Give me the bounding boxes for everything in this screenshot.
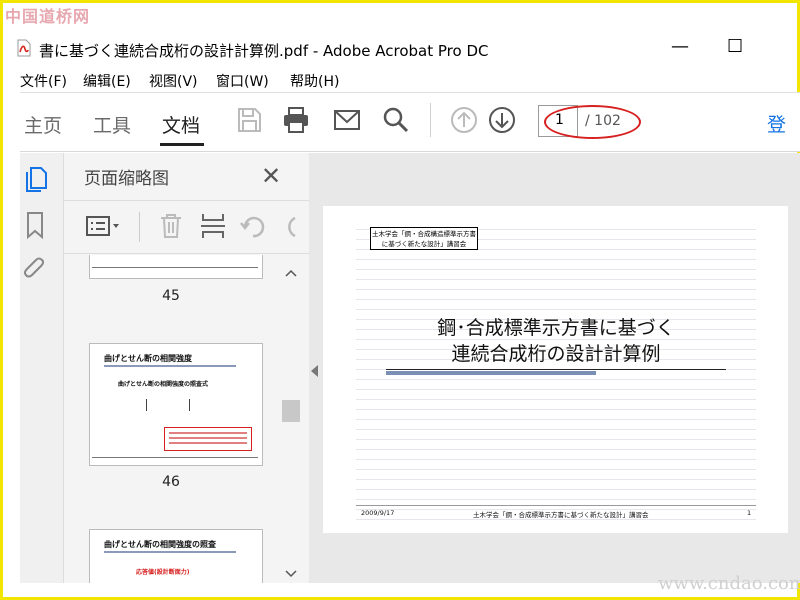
login-link[interactable]: 登 <box>767 110 786 137</box>
watermark-top: 中国道桥网 <box>5 7 91 26</box>
tab-home[interactable]: 主页 <box>24 111 62 138</box>
watermark-bottom: www.cndao.com <box>658 573 800 594</box>
active-tab-indicator <box>160 143 204 146</box>
email-icon[interactable] <box>332 105 362 135</box>
scroll-up-icon[interactable] <box>284 268 298 278</box>
bookmark-icon[interactable] <box>25 211 45 239</box>
rotate-left-icon[interactable] <box>239 214 267 240</box>
save-icon[interactable] <box>234 105 264 135</box>
menu-file[interactable]: 文件(F) <box>20 71 67 91</box>
thumbnail-page-45[interactable] <box>89 255 263 279</box>
thumbnail-formula <box>146 399 190 411</box>
collapse-panel-icon[interactable] <box>311 365 318 377</box>
slide-header-line2: に基づく新たな設計」講習会 <box>381 240 467 248</box>
panel-title: 页面缩略图 <box>84 169 169 189</box>
menu-window[interactable]: 窗口(W) <box>216 71 269 91</box>
menu-help[interactable]: 帮助(H) <box>290 71 339 91</box>
thumbnails-list[interactable]: 45 曲げとせん断の相関強度 曲げとせん断の相関強度の照査式 46 曲げとせん断… <box>64 255 278 583</box>
slide-title-bar <box>386 371 596 375</box>
page-thumbnails-icon[interactable] <box>23 165 49 193</box>
print-icon[interactable] <box>281 105 311 135</box>
thumbnail-subtitle: 応答値(設計断面力) <box>136 569 190 576</box>
thumbnail-title-underline <box>104 365 236 367</box>
scroll-down-icon[interactable] <box>284 569 298 579</box>
slide-footer-date: 2009/9/17 <box>361 509 395 517</box>
thumbnail-page-46[interactable]: 曲げとせん断の相関強度 曲げとせん断の相関強度の照査式 <box>89 343 263 466</box>
previous-page-icon[interactable] <box>449 105 479 135</box>
thumbnail-title: 曲げとせん断の相関強度の照査 <box>104 540 216 549</box>
maximize-button[interactable]: ☐ <box>727 36 743 57</box>
thumbnail-label: 46 <box>162 474 180 490</box>
slide-title-rule <box>386 369 726 370</box>
slide-footer-text: 土木学会「鋼・合成標準示方書に基づく新たな設計」講習会 <box>473 511 649 519</box>
thumbnail-note-box <box>164 427 252 451</box>
delete-icon[interactable] <box>159 212 183 240</box>
slide-title: 鋼･合成標準示方書に基づく 連続合成桁の設計計算例 <box>363 315 749 367</box>
tab-tools[interactable]: 工具 <box>93 111 131 138</box>
toolbar-separator <box>430 103 431 137</box>
rotate-right-icon[interactable] <box>283 214 297 240</box>
thumbnails-scrollbar[interactable] <box>280 265 302 583</box>
menu-edit[interactable]: 编辑(E) <box>83 71 131 91</box>
slide-title-line2: 連続合成桁の設計計算例 <box>451 343 661 365</box>
annotation-ellipse <box>544 105 641 139</box>
thumbnail-page-47[interactable]: 曲げとせん断の相関強度の照査 応答値(設計断面力) <box>89 529 263 583</box>
window-title: 書に基づく連続合成桁の設計計算例.pdf - Adobe Acrobat Pro… <box>39 42 489 60</box>
menu-view[interactable]: 视图(V) <box>149 71 198 91</box>
thumbnail-subtitle: 曲げとせん断の相関強度の照査式 <box>118 381 209 388</box>
extract-pages-icon[interactable] <box>199 212 227 240</box>
search-icon[interactable] <box>381 105 411 135</box>
options-menu-icon[interactable] <box>85 215 123 239</box>
slide-footer-rule <box>356 505 756 506</box>
thumbnail-footer-line <box>92 267 258 268</box>
thumbnail-footer-line <box>92 457 258 458</box>
panel-separator <box>139 212 140 242</box>
attachment-icon[interactable] <box>23 256 47 282</box>
slide-footer-page: 1 <box>747 509 752 517</box>
scrollbar-thumb[interactable] <box>282 400 300 422</box>
slide-header-line1: 土木学会「鋼・合成構造標準示方書 <box>372 230 476 238</box>
slide-title-line1: 鋼･合成標準示方書に基づく <box>437 317 675 339</box>
thumbnail-title: 曲げとせん断の相関強度 <box>104 354 192 363</box>
next-page-icon[interactable] <box>487 105 517 135</box>
minimize-button[interactable]: — <box>671 36 689 57</box>
panel-close-button[interactable]: ✕ <box>261 162 281 190</box>
thumbnail-label: 45 <box>162 288 180 304</box>
pdf-file-icon <box>17 39 31 57</box>
slide-header-box: 土木学会「鋼・合成構造標準示方書 に基づく新たな設計」講習会 <box>370 227 478 250</box>
thumbnail-title-underline <box>104 551 236 553</box>
slide-background <box>356 220 756 520</box>
tab-document[interactable]: 文档 <box>162 111 200 138</box>
